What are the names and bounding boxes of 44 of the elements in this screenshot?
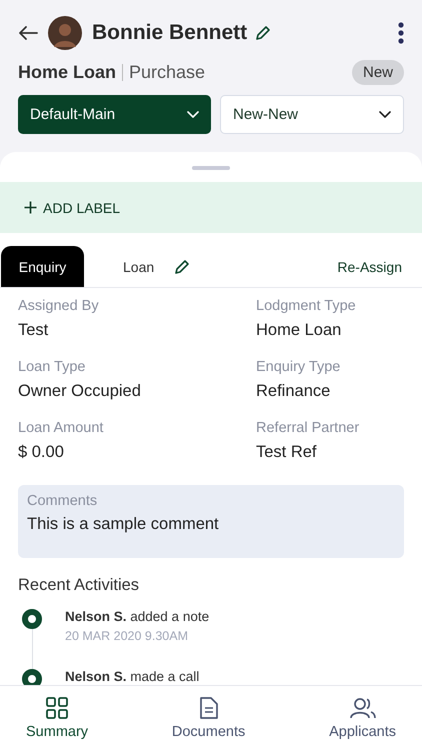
loan-subtitle: Purchase	[129, 62, 206, 82]
activity-time: 20 MAR 2020 9.30AM	[65, 629, 189, 643]
dropdown[interactable]: New-New	[220, 95, 404, 134]
activity-text: Nelson S. made a call	[65, 669, 200, 684]
field-label: Enquiry Type	[256, 359, 342, 375]
field-value: Test Ref	[256, 443, 318, 462]
field-value: Refinance	[256, 382, 332, 401]
field-label: Loan Type	[18, 359, 86, 375]
tab[interactable]: Enquiry	[1, 246, 84, 287]
field-value: Home Loan	[256, 321, 342, 340]
comment-text: This is a sample comment	[27, 515, 220, 534]
chevron-down-icon	[187, 110, 199, 118]
pencil-icon[interactable]	[255, 25, 272, 41]
add-label-button[interactable]: ADD LABEL	[24, 200, 120, 216]
nav-tab[interactable]: Documents	[154, 686, 264, 750]
contact-name: Bonnie Bennett	[92, 21, 248, 45]
field-label: Loan Amount	[18, 420, 104, 436]
field-value: Test	[18, 321, 50, 340]
more-options-icon[interactable]	[398, 22, 404, 44]
pencil-icon[interactable]	[174, 258, 190, 274]
document-icon	[198, 696, 219, 720]
plus-icon	[24, 201, 37, 214]
timeline-dot-icon	[22, 609, 42, 629]
reassign-link[interactable]: Re-Assign	[337, 258, 402, 274]
nav-tab[interactable]: Applicants	[311, 686, 414, 750]
dropdown[interactable]: Default-Main	[18, 95, 211, 134]
grid-icon	[46, 696, 68, 720]
avatar	[48, 16, 82, 50]
field-value: $ 0.00	[18, 443, 65, 462]
nav-tab[interactable]: Summary	[8, 686, 106, 750]
activity-text: Nelson S. added a note	[65, 609, 210, 624]
field-label: Assigned By	[18, 298, 100, 314]
field-label: Lodgment Type	[256, 298, 357, 314]
status-badge: New	[352, 60, 404, 84]
section-title: Recent Activities	[18, 576, 140, 595]
chevron-down-icon	[379, 110, 391, 118]
field-value: Owner Occupied	[18, 382, 142, 401]
people-icon	[350, 696, 376, 720]
comments-label: Comments	[27, 493, 98, 509]
field-label: Referral Partner	[256, 420, 360, 436]
drag-handle[interactable]	[192, 166, 230, 170]
loan-title: Home Loan	[18, 62, 116, 82]
back-arrow-icon[interactable]	[18, 25, 38, 41]
tab[interactable]: Loan	[103, 246, 174, 287]
